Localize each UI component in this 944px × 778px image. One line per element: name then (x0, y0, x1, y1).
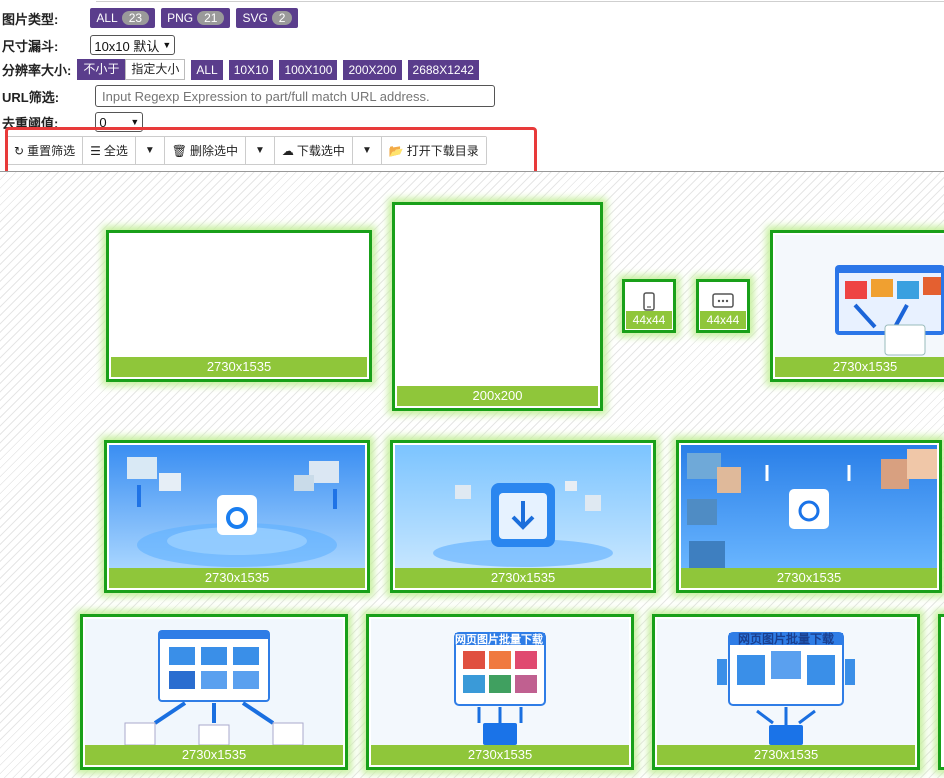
select-all-dropdown[interactable]: ▼ (135, 137, 165, 164)
resolution-option-200[interactable]: 200X200 (343, 59, 402, 80)
image-size-caption: 2730x1535 (681, 568, 937, 588)
action-toolbar: ↻ 重置筛选 ☰ 全选 ▼ 🗑 删除选中 ▼ ☁ 下载选中 ▼ 📂 打开下载目录 (6, 136, 487, 165)
image-overlay-text: 网页图片批量下载 (455, 634, 543, 646)
image-size-caption: 44x44 (626, 311, 672, 329)
image-card[interactable]: 网页图片批量下载 2730x1535 (366, 614, 634, 770)
dedupe-label: 去重阈值: (2, 115, 59, 131)
url-filter-input[interactable] (95, 85, 496, 107)
chip-svg[interactable]: SVG 2 (236, 8, 299, 28)
app-center-illustration (109, 445, 365, 570)
image-size-caption: 44x44 (700, 311, 746, 329)
top-divider (96, 1, 944, 2)
open-download-folder-label: 打开下载目录 (406, 144, 479, 158)
toggle-exact-size[interactable]: 指定大小 (125, 59, 186, 80)
image-card[interactable] (938, 614, 944, 770)
image-size-caption: 2730x1535 (85, 745, 343, 765)
chip-svg-count: 2 (271, 11, 293, 25)
image-card[interactable]: 200x200 (392, 202, 603, 411)
image-gallery: 2730x1535 200x200 44x44 44x44 2730x1535 … (0, 172, 944, 778)
download-selected-dropdown[interactable]: ▼ (352, 137, 382, 164)
image-overlay-text: 网页图片批量下载 (737, 632, 834, 646)
photo-stack-illustration (775, 235, 944, 361)
toggle-min-size[interactable]: 不小于 (77, 59, 126, 80)
image-card[interactable]: 2730x1535 (390, 440, 656, 593)
type-label: 图片类型: (2, 11, 59, 27)
image-card[interactable]: 2730x1535 (104, 440, 370, 593)
chevron-down-icon: ▼ (162, 40, 172, 50)
image-size-caption: 200x200 (397, 386, 598, 406)
delete-selected-dropdown[interactable]: ▼ (246, 137, 275, 164)
filter-row-type: 图片类型: ALL 23 PNG 21 SVG 2 (2, 8, 299, 28)
browser-images-illustration (85, 619, 343, 747)
image-card[interactable]: 44x44 (622, 279, 676, 333)
filter-row-dedupe: 去重阈值: 0 ▼ (2, 112, 144, 132)
resolution-mode-toggle[interactable]: 不小于 指定大小 (77, 59, 186, 80)
image-size-caption: 2730x1535 (371, 745, 629, 765)
photo-wall-illustration (681, 445, 937, 570)
resolution-option-2688[interactable]: 2688X1242 (407, 59, 479, 80)
delete-selected-label: 删除选中 (190, 144, 239, 158)
chip-all-label: ALL (96, 11, 118, 25)
image-card[interactable]: 2730x1535 (676, 440, 942, 593)
resolution-label: 分辨率大小: (2, 63, 72, 78)
select-all-label: 全选 (103, 144, 128, 158)
dedupe-select[interactable]: 0 ▼ (95, 112, 144, 132)
image-size-caption: 2730x1535 (775, 357, 944, 377)
chip-all[interactable]: ALL 23 (90, 8, 156, 28)
chevron-down-icon: ▼ (130, 117, 140, 127)
resolution-option-100[interactable]: 100X100 (279, 59, 338, 80)
chip-svg-label: SVG (242, 11, 268, 25)
reset-filter-button[interactable]: ↻ 重置筛选 (7, 137, 84, 164)
image-card[interactable]: 2730x1535 (80, 614, 348, 770)
image-size-caption: 2730x1535 (111, 357, 367, 377)
size-funnel-label: 尺寸漏斗: (2, 38, 59, 54)
url-filter-label: URL筛选: (2, 89, 60, 105)
refresh-icon: ↻ (14, 143, 25, 158)
image-card[interactable]: 2730x1535 (770, 230, 944, 382)
chip-all-count: 23 (121, 11, 150, 25)
download-center-illustration (395, 445, 651, 570)
download-selected-label: 下载选中 (296, 144, 345, 158)
caret-down-icon: ▼ (255, 145, 265, 156)
download-selected-button[interactable]: ☁ 下载选中 (274, 137, 353, 164)
cloud-download-icon: ☁ (281, 143, 294, 158)
chat-icon (712, 293, 734, 308)
chip-png[interactable]: PNG 21 (161, 8, 231, 28)
delete-selected-button[interactable]: 🗑 删除选中 (164, 137, 247, 164)
filter-row-url: URL筛选: (2, 85, 496, 107)
reset-filter-label: 重置筛选 (27, 144, 76, 158)
phone-icon (643, 292, 655, 311)
image-size-caption: 2730x1535 (109, 568, 365, 588)
resolution-option-10[interactable]: 10X10 (228, 59, 274, 80)
trash-icon: 🗑 (171, 143, 187, 158)
dedupe-value: 0 (99, 114, 107, 130)
caret-down-icon: ▼ (361, 145, 372, 156)
folder-open-icon: 📂 (388, 143, 404, 158)
chip-png-count: 21 (197, 11, 225, 25)
image-card[interactable]: 44x44 (696, 279, 750, 333)
select-all-button[interactable]: ☰ 全选 (83, 137, 136, 164)
filter-row-resolution: 分辨率大小: 不小于 指定大小 ALL 10X10 100X100 200X20… (2, 59, 479, 80)
open-download-folder-button[interactable]: 📂 打开下载目录 (381, 137, 486, 164)
image-size-caption: 2730x1535 (657, 745, 915, 765)
size-funnel-value: 10x10 默认 (94, 38, 160, 54)
image-card[interactable]: 网页图片批量下载 2730x1535 (652, 614, 920, 770)
image-size-caption: 2730x1535 (395, 568, 651, 588)
filter-row-size: 尺寸漏斗: 10x10 默认 ▼ (2, 35, 176, 55)
size-funnel-select[interactable]: 10x10 默认 ▼ (90, 35, 176, 55)
caret-down-icon: ▼ (144, 145, 155, 156)
list-icon: ☰ (90, 143, 101, 158)
resolution-option-all[interactable]: ALL (191, 59, 223, 80)
chip-png-label: PNG (167, 11, 194, 25)
image-card[interactable]: 2730x1535 (106, 230, 372, 382)
